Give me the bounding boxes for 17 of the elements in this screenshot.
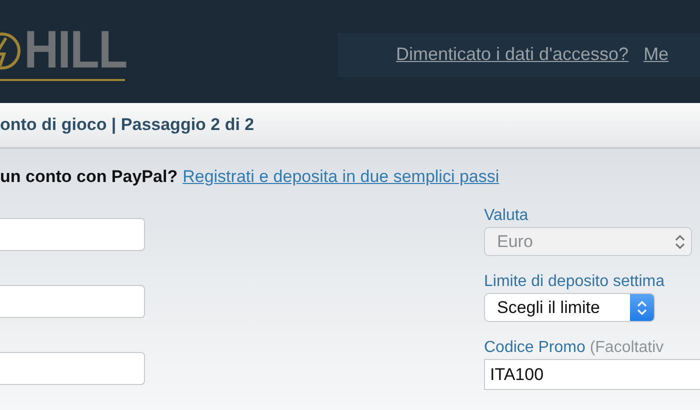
optional-hint: (Facoltativ [588,339,664,356]
paypal-register-link[interactable]: Registrati e deposita in due semplici passi [182,167,500,187]
header-link[interactable]: Me [644,44,669,65]
field-label: Valuta [484,206,530,226]
text-field[interactable] [0,352,145,385]
text-field[interactable] [0,218,145,251]
logo-text: HILL [24,23,127,78]
field-label: Codice Promo [484,339,586,356]
stepper-icon [630,294,654,321]
promo-code-field[interactable]: ITA100 [484,359,700,390]
text-field[interactable] [0,285,145,318]
header-link[interactable]: Dimenticato i dati d'accesso? [396,44,629,65]
field-label: Limite di deposito settima [484,272,666,292]
chevron-icon [675,234,685,250]
paypal-prompt: un conto con PayPal? [0,167,178,187]
step-heading: onto di gioco | Passaggio 2 di 2 [0,115,254,135]
dropdown[interactable]: Scegli il limite [484,293,655,322]
